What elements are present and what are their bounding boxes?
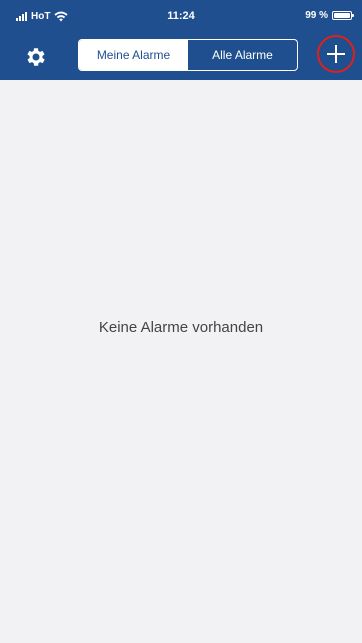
app-screen: HoT 11:24 99 % Meine Alarme Alle Alarme [0, 0, 362, 643]
battery-nub [352, 14, 354, 17]
battery-icon [332, 11, 354, 20]
tab-alle-alarme[interactable]: Alle Alarme [188, 40, 297, 70]
gear-icon[interactable] [24, 45, 48, 69]
tab-meine-alarme[interactable]: Meine Alarme [79, 40, 188, 70]
battery-percent: 99 % [305, 10, 328, 21]
empty-state-message: Keine Alarme vorhanden [98, 319, 264, 336]
plus-icon [327, 45, 345, 63]
alarm-list: Keine Alarme vorhanden [0, 80, 362, 643]
nav-bar: Meine Alarme Alle Alarme [0, 34, 362, 80]
battery-fill [334, 13, 350, 18]
add-alarm-button[interactable] [317, 35, 355, 73]
status-right: 99 % [305, 10, 354, 21]
alarm-filter-tabs: Meine Alarme Alle Alarme [78, 39, 298, 71]
status-bar: HoT 11:24 99 % [0, 0, 362, 34]
